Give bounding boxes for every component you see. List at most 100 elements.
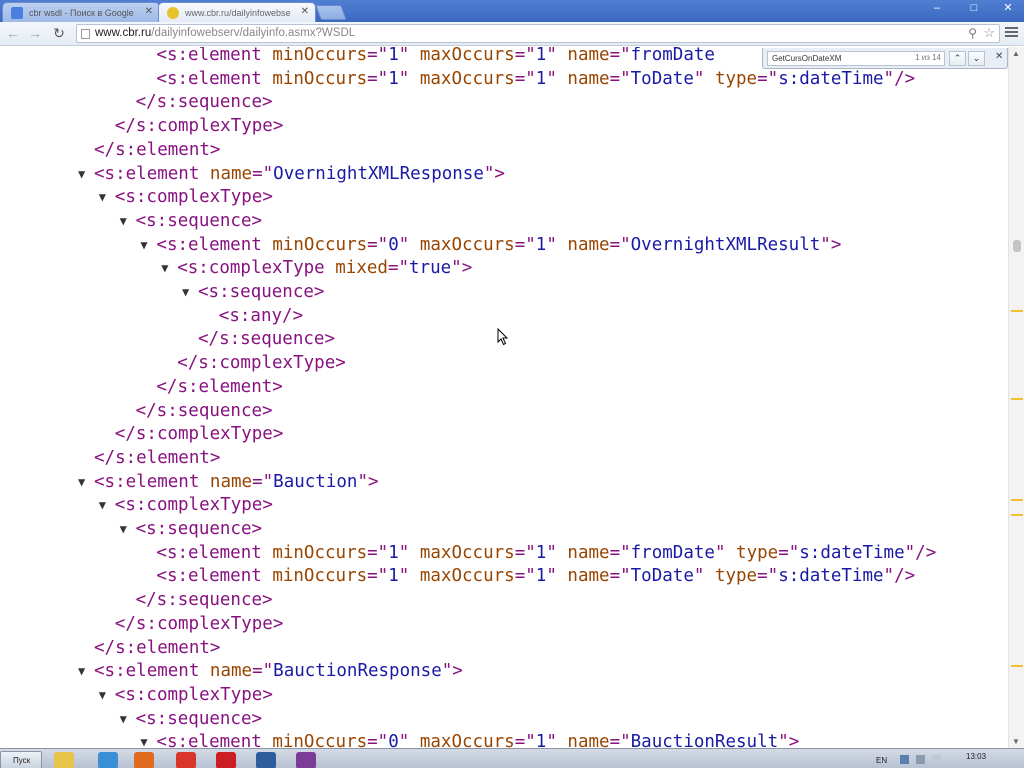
forward-icon[interactable]: → xyxy=(27,25,43,41)
collapse-toggle-icon[interactable]: ▼ xyxy=(120,518,127,541)
start-button[interactable]: Пуск xyxy=(0,751,42,768)
xml-quote: " xyxy=(451,258,462,279)
scroll-thumb[interactable] xyxy=(1013,240,1021,252)
xml-bracket: < xyxy=(114,684,126,705)
xml-quote: " xyxy=(904,542,916,563)
xml-equals: =" xyxy=(367,47,389,65)
xml-space xyxy=(557,566,568,586)
collapse-toggle-icon[interactable]: ▼ xyxy=(140,234,147,257)
google-icon xyxy=(11,7,23,19)
xml-attr-name: type xyxy=(714,68,758,89)
xml-equals: =" xyxy=(514,542,536,563)
xml-bracket: </ xyxy=(135,92,157,113)
xml-attr-value: true xyxy=(409,258,452,279)
maximize-icon[interactable]: □ xyxy=(962,0,986,18)
scroll-down-icon[interactable]: ▼ xyxy=(1012,737,1020,746)
xml-bracket: > xyxy=(262,187,273,208)
ie-icon[interactable] xyxy=(98,752,118,768)
xml-equals: =" xyxy=(252,471,274,492)
vertical-scrollbar[interactable]: ▲ ▼ xyxy=(1008,47,1024,748)
xml-attr-name: name xyxy=(567,68,610,89)
collapse-toggle-icon[interactable]: ▼ xyxy=(140,731,147,748)
tab-cbr-wsdl[interactable]: www.cbr.ru/dailyinfowebse ✕ xyxy=(158,2,316,22)
xml-bracket: </ xyxy=(135,590,157,611)
collapse-toggle-icon[interactable]: ▼ xyxy=(78,471,85,494)
collapse-toggle-icon[interactable]: ▼ xyxy=(120,708,127,731)
xml-bracket: > xyxy=(251,210,263,231)
volume-icon[interactable] xyxy=(916,755,925,764)
xml-quote: " xyxy=(546,68,557,89)
collapse-toggle-icon[interactable]: ▼ xyxy=(78,163,85,186)
collapse-toggle-icon[interactable]: ▼ xyxy=(78,660,85,683)
xml-bracket: > xyxy=(262,400,273,421)
xml-line: ▼ <s:sequence> xyxy=(120,708,262,731)
xml-bracket: > xyxy=(209,637,221,658)
collapse-toggle-icon[interactable]: ▼ xyxy=(161,257,168,280)
xml-space xyxy=(409,235,420,255)
bookmark-star-icon[interactable]: ☆ xyxy=(983,25,995,41)
minimize-icon[interactable]: – xyxy=(925,0,949,18)
site-favicon-icon xyxy=(167,7,179,19)
new-tab-button[interactable] xyxy=(315,5,347,20)
xml-attr-value: 1 xyxy=(388,542,399,563)
tab-title: cbr wsdl - Поиск в Google xyxy=(29,8,134,18)
wrench-icon[interactable] xyxy=(1004,25,1020,41)
collapse-toggle-icon[interactable]: ▼ xyxy=(99,494,106,517)
xml-quote: " xyxy=(546,234,557,255)
xml-attr-value: 1 xyxy=(535,68,547,89)
xml-bracket: </ xyxy=(94,447,116,468)
collapse-toggle-icon[interactable]: ▼ xyxy=(182,281,189,304)
xml-line: </s:sequence> xyxy=(136,589,273,612)
collapse-toggle-icon[interactable]: ▼ xyxy=(120,210,127,233)
xml-space xyxy=(409,566,420,586)
xml-quote: " xyxy=(398,566,410,587)
network-icon[interactable] xyxy=(900,755,909,764)
magnifier-icon[interactable]: ⚲ xyxy=(968,26,977,40)
find-next-button[interactable]: ⌄ xyxy=(968,51,985,66)
xml-bracket: > xyxy=(209,139,221,160)
xml-space xyxy=(409,69,420,89)
xml-attr-value: 1 xyxy=(535,234,547,255)
xml-bracket: > xyxy=(262,684,273,705)
xml-document-view: <s:element minOccurs="1" maxOccurs="1" n… xyxy=(0,47,1008,748)
tab-close-icon[interactable]: ✕ xyxy=(145,6,153,18)
scroll-up-icon[interactable]: ▲ xyxy=(1012,49,1020,58)
tab-close-icon[interactable]: ✕ xyxy=(301,6,309,18)
app-window-icon[interactable] xyxy=(256,752,276,768)
xml-bracket: < xyxy=(156,234,167,255)
back-icon[interactable]: ← xyxy=(5,25,21,41)
language-indicator[interactable]: EN xyxy=(876,756,887,765)
xml-bracket: > xyxy=(262,590,273,611)
folder-icon[interactable] xyxy=(54,752,74,768)
find-close-icon[interactable]: ✕ xyxy=(995,51,1003,62)
xml-bracket: > xyxy=(262,495,273,516)
xml-space xyxy=(262,69,273,89)
find-input[interactable]: GetCursOnDateXM 1 из 14 xyxy=(767,51,945,66)
address-bar[interactable]: www.cbr.ru/dailyinfowebserv/dailyinfo.as… xyxy=(76,24,1000,43)
xml-attr-name: mixed xyxy=(335,258,388,279)
tab-google-search[interactable]: cbr wsdl - Поиск в Google ✕ xyxy=(2,2,160,22)
xml-attr-name: maxOccurs xyxy=(419,47,515,65)
chrome-icon[interactable] xyxy=(176,752,196,768)
xml-equals: =" xyxy=(367,566,389,587)
find-previous-button[interactable]: ⌃ xyxy=(949,51,966,66)
xml-equals: =" xyxy=(757,566,779,587)
collapse-toggle-icon[interactable]: ▼ xyxy=(99,684,106,707)
xml-attr-value: 1 xyxy=(388,68,399,89)
xml-space xyxy=(725,543,736,563)
close-window-icon[interactable]: ✕ xyxy=(996,0,1020,18)
xml-bracket: > xyxy=(272,376,283,397)
firefox-icon[interactable] xyxy=(134,752,154,768)
reload-icon[interactable]: ↻ xyxy=(51,25,67,41)
xml-quote: " xyxy=(546,566,557,587)
xml-equals: =" xyxy=(609,566,631,587)
xml-equals: =" xyxy=(609,732,631,748)
collapse-toggle-icon[interactable]: ▼ xyxy=(99,186,106,209)
xml-tag-name: s:sequence xyxy=(156,400,263,421)
opera-icon[interactable] xyxy=(216,752,236,768)
tray-icon[interactable] xyxy=(932,755,941,764)
xml-attr-name: maxOccurs xyxy=(419,68,515,89)
xml-attr-name: name xyxy=(567,566,610,587)
xml-line: <s:element minOccurs="1" maxOccurs="1" n… xyxy=(156,47,715,67)
onenote-icon[interactable] xyxy=(296,752,316,768)
